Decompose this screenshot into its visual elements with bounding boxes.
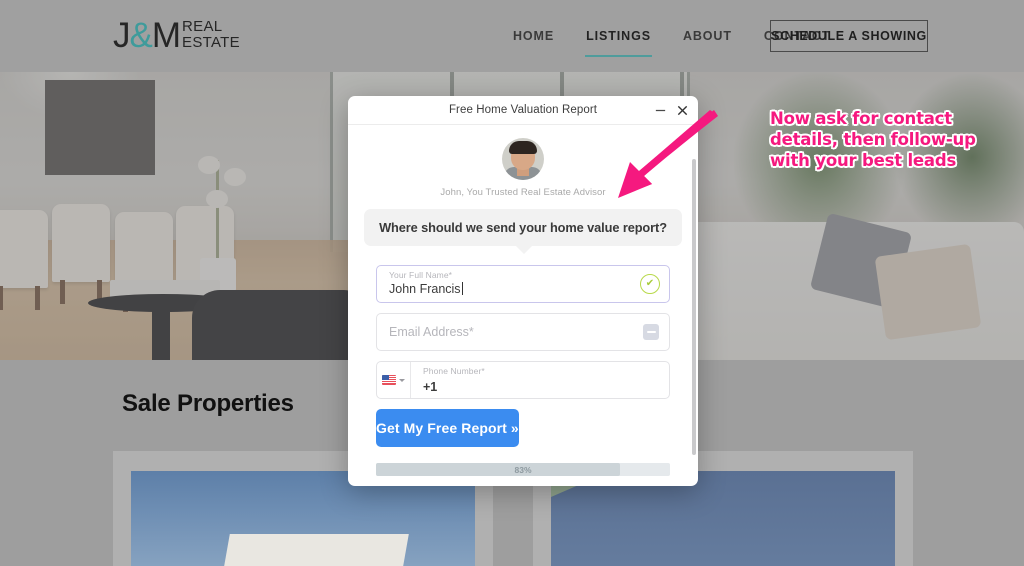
annotation-line-1: Now ask for contact bbox=[770, 109, 952, 128]
logo-text-real: REAL bbox=[182, 18, 223, 35]
form-fields: Your Full Name* John Francis ✔ Email Add… bbox=[348, 246, 698, 399]
brand-logo[interactable]: J&M REAL ESTATE bbox=[113, 16, 240, 56]
page-root: E S Sale Properties J&M REAL ESTATE bbox=[0, 0, 1024, 566]
logo-letter-m: M bbox=[151, 16, 181, 55]
country-select[interactable] bbox=[377, 362, 411, 398]
site-header: J&M REAL ESTATE HOME LISTINGS ABOUT CONT… bbox=[0, 0, 1024, 72]
chevron-down-icon bbox=[399, 378, 405, 382]
get-free-report-button[interactable]: Get My Free Report » bbox=[376, 409, 519, 447]
phone-label: Phone Number* bbox=[423, 366, 485, 376]
autofill-suggestions-icon[interactable] bbox=[643, 324, 659, 340]
email-input[interactable]: Email Address* bbox=[389, 325, 474, 339]
email-field[interactable]: Email Address* bbox=[376, 313, 670, 351]
nav-item-home[interactable]: HOME bbox=[497, 27, 570, 45]
sale-properties-heading: Sale Properties bbox=[122, 390, 294, 417]
full-name-label: Your Full Name* bbox=[389, 270, 453, 280]
chat-bubble-tail-icon bbox=[515, 245, 533, 254]
annotation-line-3: with your best leads bbox=[770, 151, 957, 170]
logo-text-estate: ESTATE bbox=[182, 34, 240, 51]
annotation-line-2: details, then follow-up bbox=[770, 130, 976, 149]
progress-bar-label: 83% bbox=[514, 464, 532, 475]
valid-check-icon: ✔ bbox=[640, 274, 660, 294]
annotation-arrow-icon bbox=[618, 110, 718, 198]
advisor-avatar bbox=[502, 138, 544, 180]
phone-field[interactable]: Phone Number* +1 bbox=[376, 361, 670, 399]
nav-item-listings[interactable]: LISTINGS bbox=[570, 27, 667, 57]
logo-ampersand: & bbox=[129, 16, 153, 55]
nav-item-about[interactable]: ABOUT bbox=[667, 27, 748, 45]
annotation-text: Now ask for contact details, then follow… bbox=[770, 108, 1022, 171]
progress-bar: 83% bbox=[376, 463, 670, 476]
full-name-input[interactable]: John Francis bbox=[389, 282, 463, 296]
modal-title: Free Home Valuation Report bbox=[448, 104, 598, 116]
full-name-field[interactable]: Your Full Name* John Francis ✔ bbox=[376, 265, 670, 303]
logo-letter-j: J bbox=[113, 16, 130, 55]
schedule-showing-button[interactable]: SCHEDULE A SHOWING bbox=[770, 20, 928, 52]
us-flag-icon bbox=[382, 375, 396, 385]
